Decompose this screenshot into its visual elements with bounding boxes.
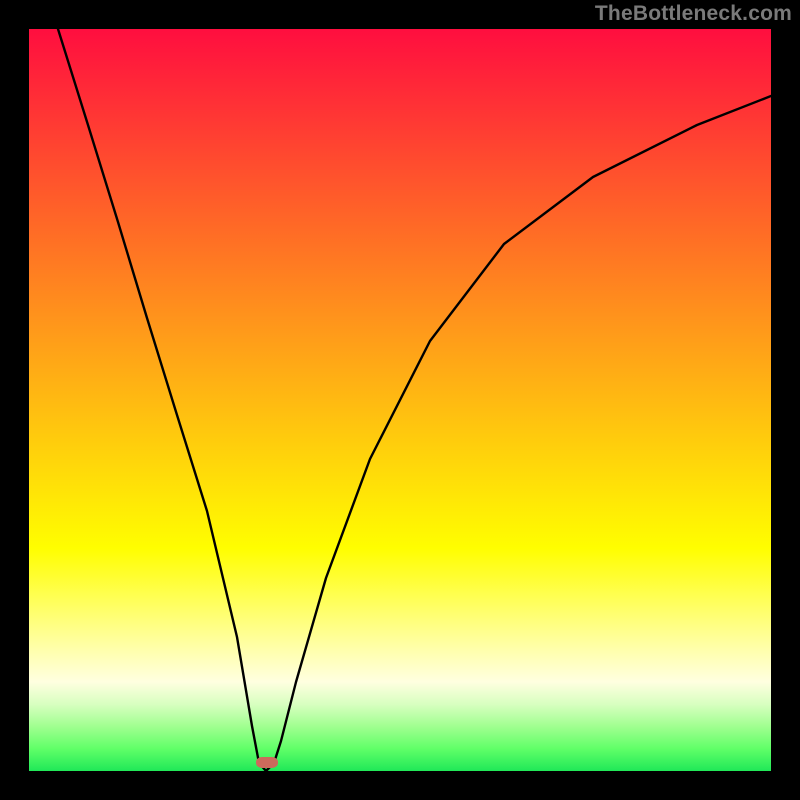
bottleneck-curve <box>58 29 771 771</box>
chart-container: TheBottleneck.com <box>0 0 800 800</box>
optimum-marker <box>256 757 278 768</box>
plot-area <box>29 29 771 771</box>
watermark-text: TheBottleneck.com <box>595 2 792 26</box>
curve-svg <box>29 29 771 771</box>
